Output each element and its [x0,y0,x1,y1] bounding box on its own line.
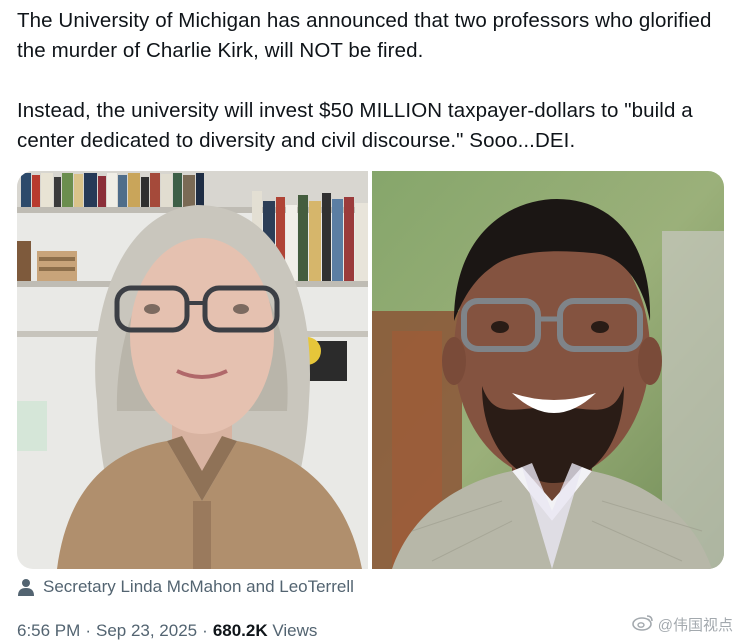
views-label: Views [272,621,318,640]
post-paragraph-2: Instead, the university will invest $50 … [17,99,693,152]
tagged-users-text: Secretary Linda McMahon and LeoTerrell [43,577,354,596]
photo-left[interactable] [17,171,368,569]
post-paragraph-1: The University of Michigan has announced… [17,9,712,62]
weibo-icon [631,613,654,635]
watermark-text: @伟国视点 [657,616,733,634]
meta-separator: · [202,621,208,640]
person-icon [17,578,35,596]
man-portrait-image [372,171,724,569]
post-time[interactable]: 6:56 PM [17,621,80,640]
views-count: 680.2K [212,621,268,640]
post-date[interactable]: Sep 23, 2025 [96,621,197,640]
woman-portrait-image [17,171,368,569]
watermark: @伟国视点 [631,613,733,635]
photo-right[interactable] [372,171,724,569]
post-text: The University of Michigan has announced… [17,6,732,156]
tagged-users[interactable]: Secretary Linda McMahon and LeoTerrell [17,575,354,599]
post-meta: 6:56 PM · Sep 23, 2025 · 680.2K Views [17,621,317,641]
media-grid [17,171,724,569]
meta-separator: · [85,621,91,640]
